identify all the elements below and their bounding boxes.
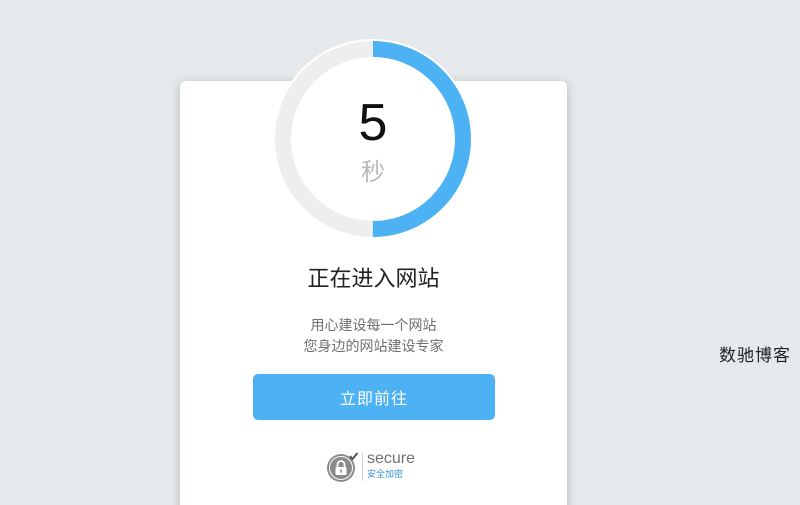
description-line-2: 您身边的网站建设专家 <box>303 339 444 355</box>
description: 用心建设每一个网站 您身边的网站建设专家 <box>180 316 567 358</box>
secure-label: secure <box>367 450 416 467</box>
countdown-ring: 5 秒 <box>273 39 473 239</box>
lock-icon <box>327 452 359 482</box>
watermark: 数驰博客 <box>719 346 791 366</box>
secure-sublabel: 安全加密 <box>367 470 404 480</box>
secure-badge: secure 安全加密 <box>326 450 436 484</box>
page-title: 正在进入网站 <box>307 267 440 292</box>
countdown-unit: 秒 <box>361 158 385 186</box>
secure-divider <box>362 453 363 481</box>
countdown-number: 5 <box>358 94 388 152</box>
go-now-button[interactable]: 立即前往 <box>253 374 495 420</box>
description-line-1: 用心建设每一个网站 <box>310 318 437 334</box>
page: 5 秒 正在进入网站 用心建设每一个网站 您身边的网站建设专家 立即前往 sec… <box>0 0 800 505</box>
